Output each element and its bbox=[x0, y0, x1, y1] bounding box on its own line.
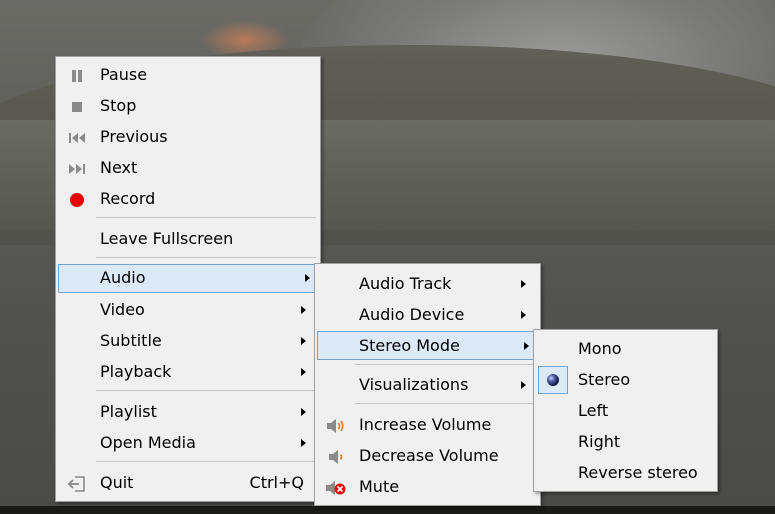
menu-item-audio-device[interactable]: Audio Device bbox=[317, 301, 538, 330]
menu-item-label: Increase Volume bbox=[359, 415, 492, 434]
menu-separator bbox=[96, 461, 316, 462]
menu-item-label: Audio Device bbox=[359, 305, 465, 324]
menu-item-label: Mono bbox=[578, 339, 622, 358]
submenu-arrow-icon bbox=[305, 274, 310, 282]
record-icon bbox=[60, 185, 94, 214]
menu-item-audio-track[interactable]: Audio Track bbox=[317, 270, 538, 299]
menu-item-label: Left bbox=[578, 401, 609, 420]
menu-item-label: Subtitle bbox=[100, 331, 162, 350]
menu-item-label: Stop bbox=[100, 96, 137, 115]
menu-item-label: Reverse stereo bbox=[578, 463, 698, 482]
submenu-arrow-icon bbox=[301, 439, 306, 447]
menu-item-label: Leave Fullscreen bbox=[100, 229, 234, 248]
menu-item-left[interactable]: Left bbox=[536, 397, 715, 426]
menu-item-reverse-stereo[interactable]: Reverse stereo bbox=[536, 459, 715, 488]
menu-item-stereo[interactable]: Stereo bbox=[536, 366, 715, 395]
menu-separator bbox=[355, 364, 536, 365]
menu-separator bbox=[96, 257, 316, 258]
menu-item-pause[interactable]: Pause bbox=[58, 61, 318, 90]
menu-item-label: Previous bbox=[100, 127, 168, 146]
menu-item-label: Audio Track bbox=[359, 274, 452, 293]
menu-item-audio[interactable]: Audio bbox=[58, 264, 321, 293]
menu-separator bbox=[96, 217, 316, 218]
radio-dot-icon bbox=[538, 366, 568, 394]
menu-item-playback[interactable]: Playback bbox=[58, 358, 318, 387]
menu-item-stop[interactable]: Stop bbox=[58, 92, 318, 121]
video-bottom-bar bbox=[0, 506, 775, 514]
audio-submenu: Audio Track Audio Device Stereo Mode Vis… bbox=[314, 263, 541, 506]
menu-item-previous[interactable]: Previous bbox=[58, 123, 318, 152]
submenu-arrow-icon bbox=[301, 408, 306, 416]
menu-item-label: Audio bbox=[100, 268, 146, 287]
quit-icon bbox=[60, 469, 94, 498]
menu-item-next[interactable]: Next bbox=[58, 154, 318, 183]
menu-item-label: Open Media bbox=[100, 433, 196, 452]
menu-item-label: Right bbox=[578, 432, 621, 451]
submenu-arrow-icon bbox=[301, 337, 306, 345]
quit-shortcut: Ctrl+Q bbox=[249, 473, 304, 492]
menu-item-open-media[interactable]: Open Media bbox=[58, 429, 318, 458]
next-icon bbox=[60, 154, 94, 183]
menu-item-label: Next bbox=[100, 158, 138, 177]
menu-item-label: Stereo bbox=[578, 370, 631, 389]
menu-item-label: Pause bbox=[100, 65, 148, 84]
stop-icon bbox=[60, 92, 94, 121]
volume-up-icon bbox=[319, 411, 353, 440]
menu-separator bbox=[96, 390, 316, 391]
stereo-mode-submenu: Mono Stereo Left Right Reverse stereo bbox=[533, 329, 718, 492]
submenu-arrow-icon bbox=[521, 280, 526, 288]
menu-item-label: Mute bbox=[359, 477, 400, 496]
menu-item-label: Record bbox=[100, 189, 156, 208]
menu-item-right[interactable]: Right bbox=[536, 428, 715, 457]
menu-item-quit[interactable]: Quit Ctrl+Q bbox=[58, 469, 318, 498]
submenu-arrow-icon bbox=[301, 368, 306, 376]
pause-icon bbox=[60, 61, 94, 90]
menu-item-playlist[interactable]: Playlist bbox=[58, 398, 318, 427]
submenu-arrow-icon bbox=[301, 306, 306, 314]
menu-item-label: Visualizations bbox=[359, 375, 469, 394]
volume-down-icon bbox=[319, 442, 353, 471]
menu-item-label: Playback bbox=[100, 362, 172, 381]
main-context-menu: Pause Stop Previous Next Record Leave Fu… bbox=[55, 56, 321, 502]
menu-item-label: Quit bbox=[100, 473, 134, 492]
menu-item-subtitle[interactable]: Subtitle bbox=[58, 327, 318, 356]
menu-item-label: Playlist bbox=[100, 402, 157, 421]
menu-item-mute[interactable]: Mute bbox=[317, 473, 538, 502]
menu-item-record[interactable]: Record bbox=[58, 185, 318, 214]
submenu-arrow-icon bbox=[524, 342, 529, 350]
previous-icon bbox=[60, 123, 94, 152]
mute-icon bbox=[319, 473, 353, 502]
submenu-arrow-icon bbox=[521, 381, 526, 389]
submenu-arrow-icon bbox=[521, 311, 526, 319]
menu-item-increase-volume[interactable]: Increase Volume bbox=[317, 411, 538, 440]
menu-item-video[interactable]: Video bbox=[58, 296, 318, 325]
menu-separator bbox=[355, 403, 536, 404]
menu-item-label: Decrease Volume bbox=[359, 446, 499, 465]
menu-item-decrease-volume[interactable]: Decrease Volume bbox=[317, 442, 538, 471]
menu-item-label: Video bbox=[100, 300, 145, 319]
menu-item-label: Stereo Mode bbox=[359, 336, 460, 355]
menu-item-mono[interactable]: Mono bbox=[536, 335, 715, 364]
menu-item-leave-fullscreen[interactable]: Leave Fullscreen bbox=[58, 225, 318, 254]
menu-item-stereo-mode[interactable]: Stereo Mode bbox=[317, 331, 541, 360]
menu-item-visualizations[interactable]: Visualizations bbox=[317, 371, 538, 400]
